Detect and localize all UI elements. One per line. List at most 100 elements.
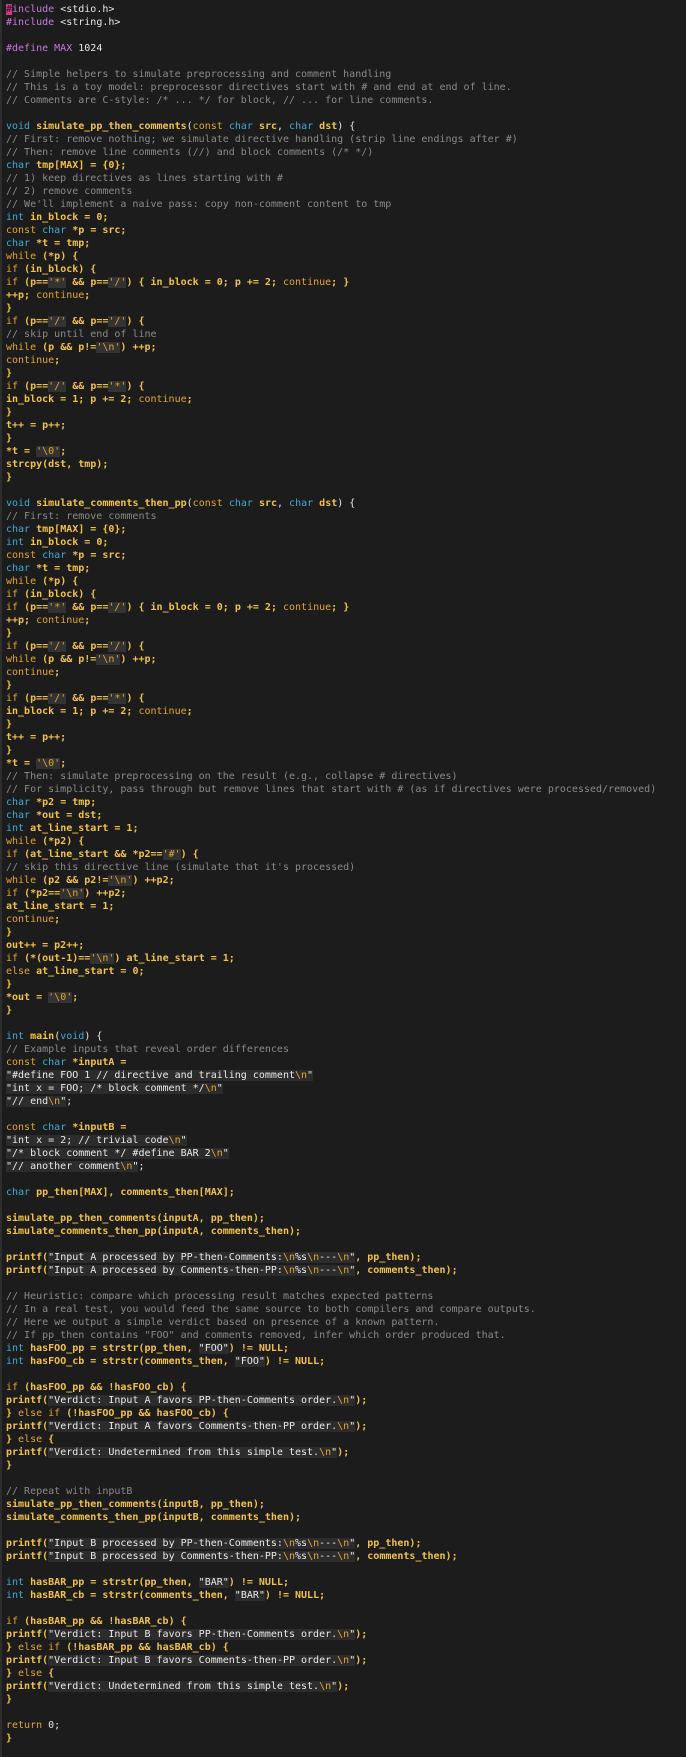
- code-line[interactable]: int in_block = 0;: [6, 536, 656, 549]
- code-line[interactable]: if (at_line_start && *p2=='#') {: [6, 848, 656, 861]
- code-line[interactable]: char *t = tmp;: [6, 237, 656, 250]
- code-line[interactable]: [6, 1706, 656, 1719]
- code-line[interactable]: // For simplicity, pass through but remo…: [6, 783, 656, 796]
- code-line[interactable]: while (*p) {: [6, 575, 656, 588]
- code-line[interactable]: if (p=='*' && p=='/') { in_block = 0; p …: [6, 601, 656, 614]
- code-line[interactable]: continue;: [6, 913, 656, 926]
- code-line[interactable]: *out = '\0';: [6, 991, 656, 1004]
- code-line[interactable]: const char *inputB =: [6, 1121, 656, 1134]
- code-line[interactable]: simulate_pp_then_comments(inputB, pp_the…: [6, 1498, 656, 1511]
- code-line[interactable]: [6, 484, 656, 497]
- code-line[interactable]: [6, 1277, 656, 1290]
- code-line[interactable]: char *p2 = tmp;: [6, 796, 656, 809]
- code-line[interactable]: if (*p2=='\n') ++p2;: [6, 887, 656, 900]
- code-line[interactable]: [6, 107, 656, 120]
- code-line[interactable]: else at_line_start = 0;: [6, 965, 656, 978]
- code-line[interactable]: }: [6, 627, 656, 640]
- code-line[interactable]: } else if (!hasBAR_pp && hasBAR_cb) {: [6, 1641, 656, 1654]
- code-line[interactable]: printf("Input B processed by Comments-th…: [6, 1550, 656, 1563]
- code-line[interactable]: printf("Verdict: Undetermined from this …: [6, 1680, 656, 1693]
- code-line[interactable]: if (p=='/' && p=='/') {: [6, 315, 656, 328]
- code-line[interactable]: if (p=='/' && p=='/') {: [6, 640, 656, 653]
- code-line[interactable]: in_block = 1; p += 2; continue;: [6, 393, 656, 406]
- code-line[interactable]: simulate_pp_then_comments(inputA, pp_the…: [6, 1212, 656, 1225]
- code-line[interactable]: // skip this directive line (simulate th…: [6, 861, 656, 874]
- code-line[interactable]: // 1) keep directives as lines starting …: [6, 172, 656, 185]
- code-line[interactable]: #include <stdio.h>: [6, 3, 656, 16]
- code-line[interactable]: "/* block comment */ #define BAR 2\n": [6, 1147, 656, 1160]
- code-line[interactable]: void simulate_pp_then_comments(const cha…: [6, 120, 656, 133]
- code-line[interactable]: *t = '\0';: [6, 757, 656, 770]
- code-line[interactable]: // Heuristic: compare which processing r…: [6, 1290, 656, 1303]
- code-line[interactable]: printf("Input A processed by PP-then-Com…: [6, 1251, 656, 1264]
- code-line[interactable]: if (in_block) {: [6, 588, 656, 601]
- code-line[interactable]: #define MAX 1024: [6, 42, 656, 55]
- code-line[interactable]: ++p; continue;: [6, 614, 656, 627]
- code-line[interactable]: }: [6, 744, 656, 757]
- code-line[interactable]: [6, 1563, 656, 1576]
- code-line[interactable]: "#define FOO 1 // directive and trailing…: [6, 1069, 656, 1082]
- code-area[interactable]: #include <stdio.h> #include <string.h> #d…: [6, 3, 656, 1745]
- code-line[interactable]: [6, 1017, 656, 1030]
- code-line[interactable]: char *t = tmp;: [6, 562, 656, 575]
- code-line[interactable]: [6, 1368, 656, 1381]
- code-line[interactable]: while (*p2) {: [6, 835, 656, 848]
- code-line[interactable]: "// another comment\n";: [6, 1160, 656, 1173]
- code-line[interactable]: strcpy(dst, tmp);: [6, 458, 656, 471]
- code-line[interactable]: while (p2 && p2!='\n') ++p2;: [6, 874, 656, 887]
- code-line[interactable]: }: [6, 1693, 656, 1706]
- code-line[interactable]: [6, 1199, 656, 1212]
- code-line[interactable]: if (in_block) {: [6, 263, 656, 276]
- code-line[interactable]: int hasFOO_cb = strstr(comments_then, "F…: [6, 1355, 656, 1368]
- code-line[interactable]: // Then: remove line comments (//) and b…: [6, 146, 656, 159]
- code-line[interactable]: #include <string.h>: [6, 16, 656, 29]
- code-line[interactable]: t++ = p++;: [6, 731, 656, 744]
- code-line[interactable]: }: [6, 1459, 656, 1472]
- code-line[interactable]: int hasFOO_pp = strstr(pp_then, "FOO") !…: [6, 1342, 656, 1355]
- code-line[interactable]: }: [6, 679, 656, 692]
- code-line[interactable]: if (p=='/' && p=='*') {: [6, 380, 656, 393]
- code-line[interactable]: const char *p = src;: [6, 224, 656, 237]
- code-line[interactable]: [6, 1238, 656, 1251]
- code-line[interactable]: in_block = 1; p += 2; continue;: [6, 705, 656, 718]
- code-line[interactable]: char pp_then[MAX], comments_then[MAX];: [6, 1186, 656, 1199]
- code-line[interactable]: // 2) remove comments: [6, 185, 656, 198]
- code-line[interactable]: printf("Input A processed by Comments-th…: [6, 1264, 656, 1277]
- code-line[interactable]: return 0;: [6, 1719, 656, 1732]
- code-line[interactable]: }: [6, 406, 656, 419]
- code-line[interactable]: printf("Verdict: Input A favors PP-then-…: [6, 1394, 656, 1407]
- code-line[interactable]: // Then: simulate preprocessing on the r…: [6, 770, 656, 783]
- code-line[interactable]: int hasBAR_pp = strstr(pp_then, "BAR") !…: [6, 1576, 656, 1589]
- code-line[interactable]: }: [6, 1732, 656, 1745]
- code-line[interactable]: if (hasFOO_pp && !hasFOO_cb) {: [6, 1381, 656, 1394]
- code-line[interactable]: char tmp[MAX] = {0};: [6, 523, 656, 536]
- code-line[interactable]: printf("Verdict: Input A favors Comments…: [6, 1420, 656, 1433]
- code-line[interactable]: [6, 29, 656, 42]
- code-line[interactable]: if (p=='*' && p=='/') { in_block = 0; p …: [6, 276, 656, 289]
- code-line[interactable]: }: [6, 432, 656, 445]
- code-line[interactable]: "int x = FOO; /* block comment */\n": [6, 1082, 656, 1095]
- code-line[interactable]: printf("Verdict: Input B favors PP-then-…: [6, 1628, 656, 1641]
- code-line[interactable]: [6, 1173, 656, 1186]
- code-line[interactable]: char tmp[MAX] = {0};: [6, 159, 656, 172]
- code-line[interactable]: }: [6, 1004, 656, 1017]
- code-line[interactable]: if (*(out-1)=='\n') at_line_start = 1;: [6, 952, 656, 965]
- code-line[interactable]: t++ = p++;: [6, 419, 656, 432]
- code-line[interactable]: }: [6, 718, 656, 731]
- code-line[interactable]: const char *inputA =: [6, 1056, 656, 1069]
- code-line[interactable]: [6, 1602, 656, 1615]
- code-line[interactable]: "int x = 2; // trivial code\n": [6, 1134, 656, 1147]
- code-line[interactable]: }: [6, 302, 656, 315]
- code-line[interactable]: simulate_comments_then_pp(inputB, commen…: [6, 1511, 656, 1524]
- code-line[interactable]: while (p && p!='\n') ++p;: [6, 653, 656, 666]
- code-line[interactable]: simulate_comments_then_pp(inputA, commen…: [6, 1225, 656, 1238]
- code-line[interactable]: // In a real test, you would feed the sa…: [6, 1303, 656, 1316]
- code-line[interactable]: if (hasBAR_pp && !hasBAR_cb) {: [6, 1615, 656, 1628]
- code-line[interactable]: [6, 1524, 656, 1537]
- code-line[interactable]: int main(void) {: [6, 1030, 656, 1043]
- code-line[interactable]: // First: remove nothing; we simulate di…: [6, 133, 656, 146]
- code-line[interactable]: [6, 1108, 656, 1121]
- code-line[interactable]: void simulate_comments_then_pp(const cha…: [6, 497, 656, 510]
- code-line[interactable]: }: [6, 367, 656, 380]
- code-line[interactable]: }: [6, 926, 656, 939]
